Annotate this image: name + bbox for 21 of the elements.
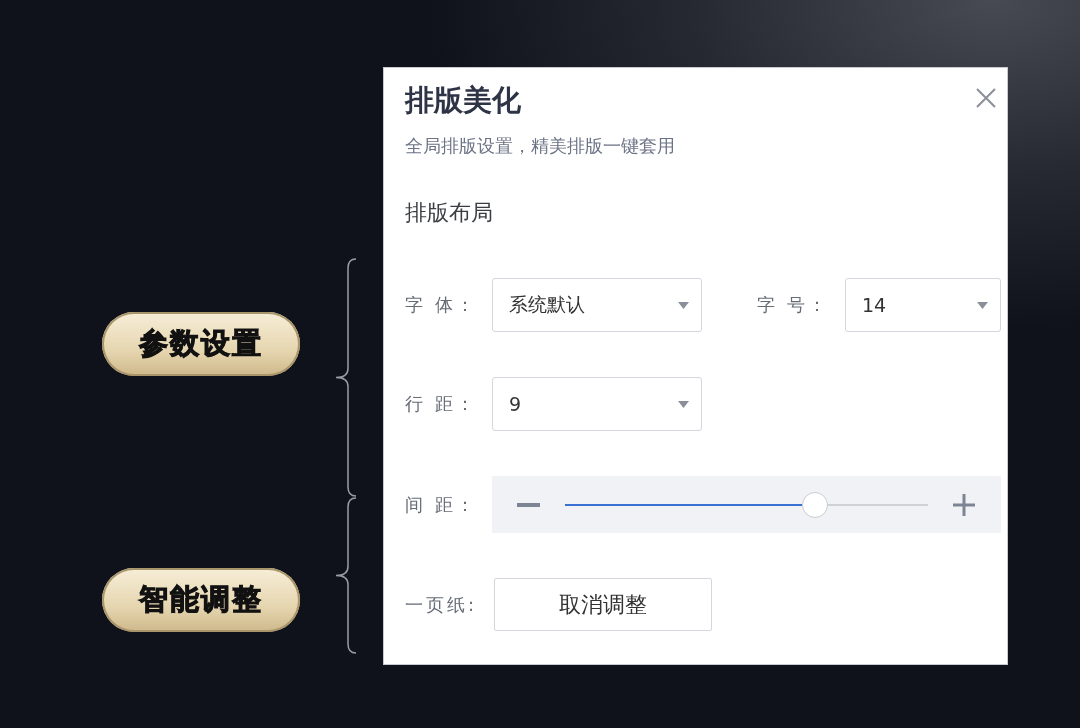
field-label: 行 距： <box>405 392 478 416</box>
caret-icon[interactable] <box>678 400 689 408</box>
dropdown[interactable]: 系统默认 <box>492 278 702 332</box>
plus-icon[interactable] <box>953 493 975 516</box>
field-label: 间 距： <box>405 492 478 517</box>
callout-label: 智能调整 <box>102 568 300 632</box>
close-icon[interactable] <box>976 88 996 108</box>
panel-subtitle: 全局排版设置，精美排版一键套用 <box>405 134 675 158</box>
section-heading: 排版布局 <box>405 199 493 227</box>
field-label: 一页纸: <box>405 592 479 617</box>
caret-icon[interactable] <box>678 301 689 309</box>
caret-icon[interactable] <box>977 301 988 309</box>
slider-handle[interactable] <box>802 491 829 518</box>
dropdown[interactable]: 14 <box>845 278 1001 332</box>
callout-label: 参数设置 <box>102 312 300 376</box>
minus-icon[interactable] <box>517 502 540 507</box>
cancel-adjust-button[interactable]: 取消调整 <box>494 578 712 631</box>
panel-title: 排版美化 <box>405 82 521 118</box>
dropdown[interactable]: 9 <box>492 377 702 431</box>
field-label: 字 体： <box>405 293 478 317</box>
field-label: 字 号： <box>757 293 830 317</box>
